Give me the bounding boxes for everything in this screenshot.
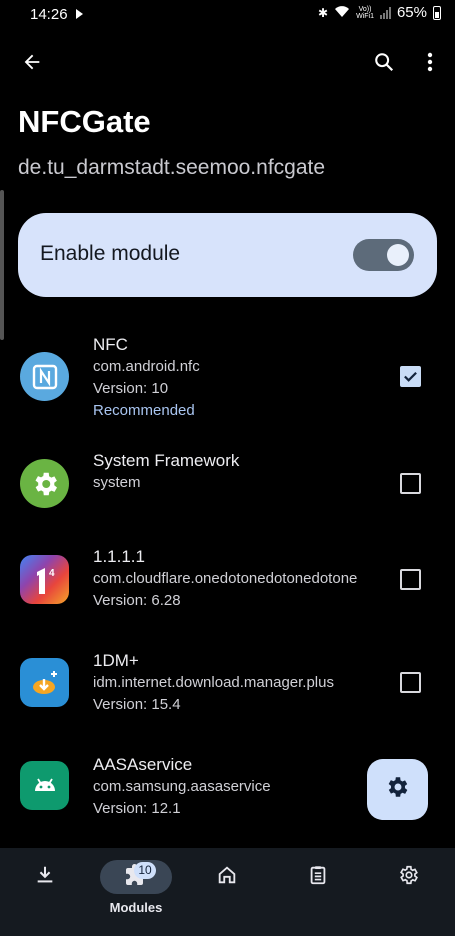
app-name: AASAservice bbox=[93, 755, 193, 774]
arrow-back-icon[interactable] bbox=[14, 44, 50, 80]
app-checkbox[interactable] bbox=[400, 569, 421, 590]
svg-text:4: 4 bbox=[49, 568, 55, 579]
nav-home[interactable] bbox=[191, 848, 263, 936]
app-name: NFC bbox=[93, 335, 128, 354]
app-package: idm.internet.download.manager.plus bbox=[93, 674, 334, 691]
app-version: Version: 12.1 bbox=[93, 800, 181, 817]
enable-module-switch[interactable] bbox=[353, 239, 414, 271]
enable-module-label: Enable module bbox=[40, 242, 181, 265]
android-icon bbox=[20, 761, 69, 810]
app-name: System Framework bbox=[93, 451, 240, 470]
wifi-icon bbox=[334, 5, 350, 21]
app-package: com.samsung.aasaservice bbox=[93, 778, 271, 795]
scroll-indicator bbox=[0, 190, 4, 340]
status-icons: ✱ Vo)) WiFi1 65% bbox=[318, 4, 441, 21]
bottom-navigation: 10 Modules bbox=[0, 848, 455, 936]
signal-icon bbox=[379, 6, 391, 19]
app-version: Version: 6.28 bbox=[93, 592, 181, 609]
wifi-label-bottom: WiFi1 bbox=[356, 12, 374, 20]
wifi-label-top: Vo)) bbox=[358, 5, 372, 13]
download-icon bbox=[34, 864, 56, 891]
app-package: system bbox=[93, 474, 141, 491]
list-item-1111[interactable]: 4 1.1.1.1 com.cloudflare.onedotonedotone… bbox=[0, 546, 455, 626]
nav-modules[interactable]: 10 Modules bbox=[100, 848, 172, 936]
download-manager-icon bbox=[20, 658, 69, 707]
more-vert-icon[interactable] bbox=[414, 44, 446, 80]
modules-badge: 10 bbox=[134, 862, 156, 879]
status-time: 14:26 bbox=[30, 6, 68, 23]
search-icon[interactable] bbox=[366, 44, 402, 80]
app-package: com.cloudflare.onedotonedotonedotone bbox=[93, 570, 358, 587]
app-checkbox[interactable] bbox=[400, 672, 421, 693]
recommended-label: Recommended bbox=[93, 402, 195, 419]
settings-fab[interactable] bbox=[367, 759, 428, 820]
cloudflare-1111-icon: 4 bbox=[20, 555, 69, 604]
settings-icon bbox=[385, 774, 411, 805]
battery-icon bbox=[433, 5, 441, 20]
nav-label-modules: Modules bbox=[109, 900, 163, 915]
enable-module-card[interactable]: Enable module bbox=[18, 213, 437, 297]
nav-download[interactable] bbox=[9, 848, 81, 936]
app-checkbox[interactable] bbox=[400, 366, 421, 387]
switch-knob bbox=[387, 244, 409, 266]
package-name: de.tu_darmstadt.seemoo.nfcgate bbox=[18, 156, 326, 179]
top-app-bar bbox=[0, 44, 455, 80]
page-title: NFCGate bbox=[18, 104, 151, 139]
nav-logs[interactable] bbox=[282, 848, 354, 936]
nfc-icon bbox=[20, 352, 69, 401]
status-bar: 14:26 ✱ Vo)) WiFi1 65% bbox=[0, 0, 455, 30]
bluetooth-icon: ✱ bbox=[318, 5, 329, 20]
list-item-system-framework[interactable]: System Framework system bbox=[0, 448, 455, 518]
app-name: 1DM+ bbox=[93, 651, 139, 670]
clipboard-icon bbox=[307, 864, 329, 891]
list-item-nfc[interactable]: NFC com.android.nfc Version: 10 Recommen… bbox=[0, 328, 455, 428]
battery-percent: 65% bbox=[396, 4, 427, 21]
gear-icon bbox=[20, 459, 69, 508]
app-version: Version: 15.4 bbox=[93, 696, 181, 713]
app-checkbox[interactable] bbox=[400, 473, 421, 494]
app-name: 1.1.1.1 bbox=[93, 547, 145, 566]
settings-icon bbox=[398, 864, 420, 891]
home-icon bbox=[216, 864, 238, 891]
wifi-calling-label: Vo)) WiFi1 bbox=[356, 6, 374, 20]
app-package: com.android.nfc bbox=[93, 358, 200, 375]
app-version: Version: 10 bbox=[93, 380, 169, 397]
nav-settings[interactable] bbox=[373, 848, 445, 936]
media-play-icon bbox=[76, 9, 83, 19]
list-item-1dm[interactable]: 1DM+ idm.internet.download.manager.plus … bbox=[0, 650, 455, 730]
